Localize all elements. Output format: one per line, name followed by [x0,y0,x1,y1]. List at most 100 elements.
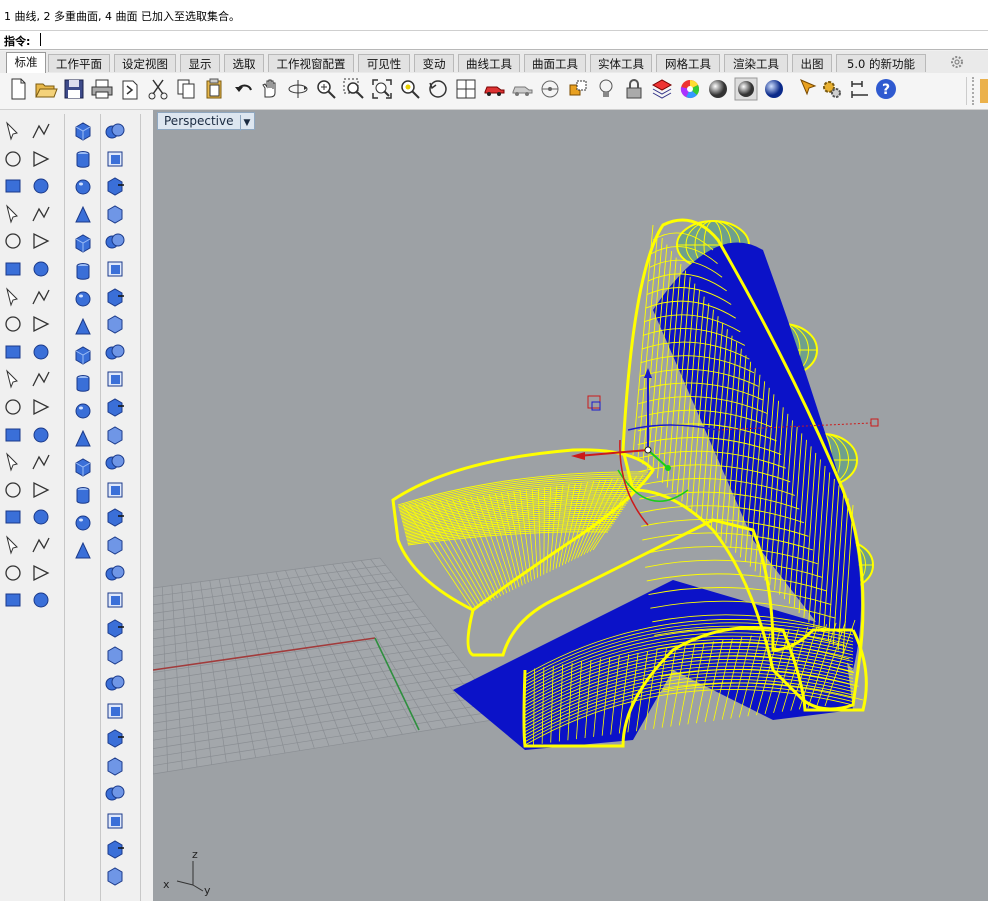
tab-solid-tools[interactable]: 实体工具 [590,54,652,72]
scale-icon[interactable] [30,451,52,473]
tab-render-tools[interactable]: 渲染工具 [724,54,788,72]
tab-settings-gear-icon[interactable] [949,54,965,70]
paste-icon[interactable] [202,77,226,101]
viewport-menu-arrow-icon[interactable]: ▼ [239,115,250,131]
tab-visibility[interactable]: 可见性 [358,54,410,72]
layout-icon[interactable] [2,562,24,584]
paint-icon[interactable] [30,589,52,611]
extract-surf-icon[interactable] [104,313,126,335]
block-icon[interactable] [2,506,24,528]
sphere-solid-icon[interactable] [30,286,52,308]
boolean-intersect-icon[interactable] [104,175,126,197]
sidebar-tool-28-icon[interactable] [104,865,126,887]
shell-icon[interactable] [104,258,126,280]
cplane-icon[interactable] [538,77,562,101]
tab-set-view[interactable]: 设定视图 [114,54,176,72]
analyze-icon[interactable] [2,589,24,611]
material-sphere-icon[interactable] [706,77,730,101]
gears-options-icon[interactable] [820,77,844,101]
sphere-shaded-icon[interactable] [72,204,94,226]
copy-hole-icon[interactable] [104,644,126,666]
undo-icon[interactable] [232,77,256,101]
ribbon-icon[interactable] [72,540,94,562]
trim-icon[interactable] [2,368,24,390]
model-scene[interactable] [153,110,988,901]
import-icon[interactable] [118,77,142,101]
blue-sphere-icon[interactable] [762,77,786,101]
push-pull-icon[interactable] [104,562,126,584]
boolean-diff-icon[interactable] [104,148,126,170]
command-input-caret[interactable] [40,33,41,46]
command-prompt-bar[interactable]: 指令: [0,31,988,50]
color-wheel-icon[interactable] [678,77,702,101]
cap-holes-icon[interactable] [104,286,126,308]
ellipsoid-icon[interactable] [72,232,94,254]
layer-color-icon[interactable] [650,77,674,101]
delete-hole-icon[interactable] [104,727,126,749]
tab-mesh-tools[interactable]: 网格工具 [656,54,720,72]
move-face-icon[interactable] [104,424,126,446]
cursor-pointer-icon[interactable] [796,77,820,101]
light-bulb-icon[interactable] [594,77,618,101]
chair-base-surface[interactable] [453,580,853,750]
polyline-icon[interactable] [2,148,24,170]
align-icon[interactable] [30,479,52,501]
fillet-edge-icon[interactable] [104,368,126,390]
pyramid-icon[interactable] [72,344,94,366]
tab-transform[interactable]: 变动 [414,54,454,72]
zoom-extents-icon[interactable] [370,77,394,101]
boolean-union-icon[interactable] [104,120,126,142]
truncated-pyramid-icon[interactable] [72,372,94,394]
fillet-icon[interactable] [30,230,52,252]
check-icon[interactable] [30,562,52,584]
pipe-icon[interactable] [72,456,94,478]
tab-new-in-v5[interactable]: 5.0 的新功能 [836,54,926,72]
cone-icon[interactable] [72,288,94,310]
tab-viewport-layout[interactable]: 工作视窗配置 [268,54,354,72]
hatch-icon[interactable] [30,506,52,528]
box-solid-icon[interactable] [2,286,24,308]
tab-select[interactable]: 选取 [224,54,264,72]
cylinder-icon[interactable] [72,148,94,170]
ellipse-icon[interactable] [30,175,52,197]
paraboloid-icon[interactable] [72,260,94,282]
offset-icon[interactable] [2,230,24,252]
shaded-car-icon[interactable] [510,77,534,101]
extrude-icon[interactable] [2,313,24,335]
mesh-icon[interactable] [30,313,52,335]
polygon-icon[interactable] [2,203,24,225]
rotate-hole-icon[interactable] [104,672,126,694]
points-icon[interactable] [30,396,52,418]
sidebar-tool-27-icon[interactable] [104,838,126,860]
tab-drafting[interactable]: 出图 [792,54,832,72]
tab-surface-tools[interactable]: 曲面工具 [524,54,586,72]
help-icon[interactable]: ? [874,77,898,101]
select-icon[interactable] [2,120,24,142]
explode-icon[interactable] [2,341,24,363]
circle-icon[interactable] [2,175,24,197]
sidebar-tool-25-icon[interactable] [104,782,126,804]
lightning-icon[interactable] [30,341,52,363]
perspective-viewport[interactable]: Perspective ▼ z x y [153,110,988,901]
make-hole-icon[interactable] [104,589,126,611]
array-icon[interactable] [2,534,24,556]
text-icon[interactable] [2,451,24,473]
new-file-icon[interactable] [6,77,30,101]
fold-face-icon[interactable] [104,506,126,528]
rectangle-icon[interactable] [30,203,52,225]
curve-icon[interactable] [30,148,52,170]
print-icon[interactable] [90,77,114,101]
copy-icon[interactable] [174,77,198,101]
move-hole-icon[interactable] [104,617,126,639]
surface-icon[interactable] [2,258,24,280]
cut-icon[interactable] [146,77,170,101]
split-icon[interactable] [30,368,52,390]
chamfer-edge-icon[interactable] [104,396,126,418]
group-icon[interactable] [2,479,24,501]
arc-icon[interactable] [2,424,24,446]
move-edge-icon[interactable] [104,451,126,473]
osnap-icon[interactable] [566,77,590,101]
dimension-icon[interactable] [848,77,872,101]
boolean-split-icon[interactable] [104,203,126,225]
extrude-crv-icon[interactable] [72,484,94,506]
